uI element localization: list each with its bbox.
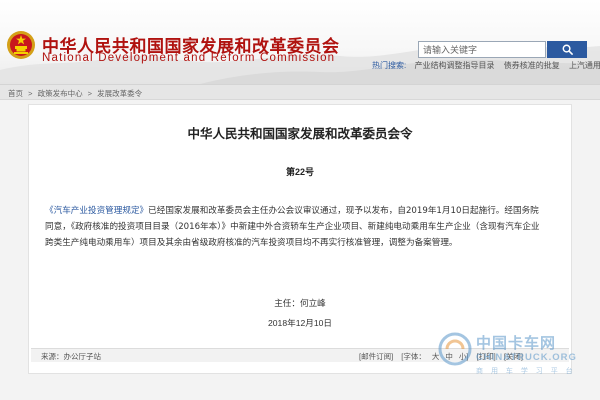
watermark: 中国卡车网 CHINATRUCK.ORG 商 用 车 学 习 平 台 [436,330,596,392]
watermark-tagline: 商 用 车 学 习 平 台 [476,368,576,375]
site-title-en: National Development and Reform Commissi… [42,52,336,64]
breadcrumb-separator: > [87,89,93,98]
hot-search-row: 热门搜索: 产业结构调整指导目录 债券核准的批复 上汽通用 [372,60,600,71]
source-label: 来源：办公厅子站 [41,352,101,361]
email-subscribe-link[interactable]: [邮件订阅] [359,352,393,361]
hot-search-link[interactable]: 上汽通用 [569,61,600,70]
article-body: 《汽车产业投资管理规定》已经国家发展和改革委员会主任办公会议审议通过，现予以发布… [45,203,545,251]
watermark-en: CHINATRUCK.ORG [476,352,577,363]
site-header: 中华人民共和国国家发展和改革委员会 National Development a… [0,0,600,84]
breadcrumb-item-orders[interactable]: 发展改革委令 [97,89,142,98]
breadcrumb-separator: > [28,89,33,98]
hot-search-link[interactable]: 产业结构调整指导目录 [414,61,494,70]
page-title: 中华人民共和国国家发展和改革委员会令 [187,126,413,141]
watermark-cn: 中国卡车网 [476,334,557,352]
signer: 主任：何立峰 [274,299,326,309]
breadcrumb-item-policy-center[interactable]: 政策发布中心 [38,89,83,98]
national-emblem-icon [7,31,35,59]
search-input[interactable] [418,41,546,58]
issue-date: 2018年12月10日 [267,318,333,328]
hot-search-label: 热门搜索: [372,61,407,70]
hot-search-link[interactable]: 债券核准的批复 [504,61,560,70]
regulation-link[interactable]: 《汽车产业投资管理规定》 [45,206,148,216]
font-size-label: [字体： [401,352,426,361]
order-number: 第22号 [285,167,314,177]
breadcrumb: 首页 > 政策发布中心 > 发展改革委令 [0,84,600,100]
watermark-logo-icon [438,332,472,366]
search-button[interactable] [547,41,587,58]
search-icon [562,44,573,55]
breadcrumb-item-home[interactable]: 首页 [8,89,23,98]
